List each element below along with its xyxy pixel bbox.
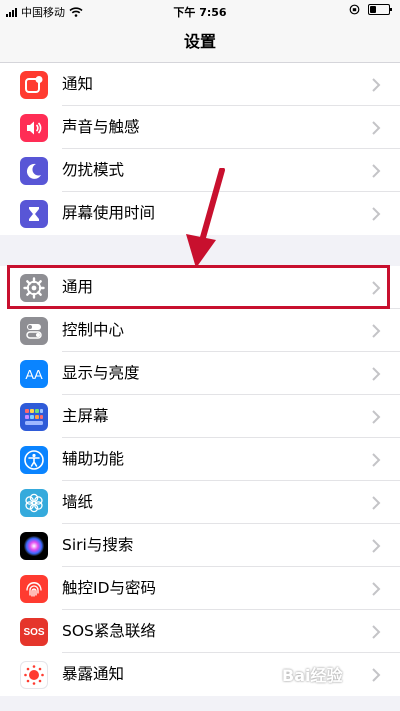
settings-row-notifications[interactable]: 通知 [0, 63, 400, 106]
settings-row-control-center[interactable]: 控制中心 [0, 309, 400, 352]
chevron-right-icon [372, 539, 381, 553]
watermark: Bai经验 [282, 662, 394, 702]
flower-icon [20, 489, 48, 517]
row-label: 墙纸 [62, 493, 94, 511]
row-label: 辅助功能 [62, 450, 125, 468]
accessibility-icon [20, 446, 48, 474]
settings-row-emergency-sos[interactable]: SOS SOS紧急联络 [0, 610, 400, 653]
battery-icon [368, 4, 392, 15]
exposure-icon [20, 661, 48, 689]
chevron-right-icon [372, 367, 381, 381]
siri-icon [20, 532, 48, 560]
row-label: 通知 [62, 75, 94, 93]
chevron-right-icon [372, 496, 381, 510]
row-label: 暴露通知 [62, 665, 125, 683]
red-arrow-icon [186, 168, 225, 268]
row-label: SOS紧急联络 [62, 622, 156, 640]
status-bar: 中国移动 下午 7:56 [0, 0, 400, 22]
status-time: 下午 7:56 [173, 6, 227, 19]
chevron-right-icon [372, 164, 381, 178]
settings-group-2: 通用 控制中心 AA 显示与亮度 主屏幕 辅助功能 墙纸 Siri与搜索 触控I… [0, 266, 400, 696]
page-title: 设置 [183, 32, 216, 51]
watermark-text: Bai经验 [282, 666, 343, 685]
chevron-right-icon [372, 324, 381, 338]
settings-row-accessibility[interactable]: 辅助功能 [0, 438, 400, 481]
chevron-right-icon [372, 207, 381, 221]
row-label: 勿扰模式 [62, 161, 125, 179]
row-label: 屏幕使用时间 [62, 204, 156, 222]
row-label: 显示与亮度 [62, 364, 140, 382]
chevron-right-icon [372, 582, 381, 596]
moon-icon [20, 157, 48, 185]
speaker-icon [20, 114, 48, 142]
settings-row-siri-search[interactable]: Siri与搜索 [0, 524, 400, 567]
chevron-right-icon [372, 78, 381, 92]
settings-row-wallpaper[interactable]: 墙纸 [0, 481, 400, 524]
orientation-lock-icon [349, 4, 360, 15]
chevron-right-icon [372, 625, 381, 639]
settings-row-sounds[interactable]: 声音与触感 [0, 106, 400, 149]
notifications-icon [20, 71, 48, 99]
settings-row-touch-id[interactable]: 触控ID与密码 [0, 567, 400, 610]
row-label: 声音与触感 [62, 118, 140, 136]
toggle-icon [20, 317, 48, 345]
home-screen-icon [20, 403, 48, 431]
sos-icon: SOS [20, 618, 48, 646]
row-label: 触控ID与密码 [62, 579, 157, 597]
chevron-right-icon [372, 410, 381, 424]
fingerprint-icon [20, 575, 48, 603]
nav-bar: 设置 [0, 22, 400, 63]
status-right [349, 4, 392, 15]
chevron-right-icon [372, 121, 381, 135]
settings-row-home-screen[interactable]: 主屏幕 [0, 395, 400, 438]
row-label: 控制中心 [62, 321, 125, 339]
row-label: Siri与搜索 [62, 536, 134, 554]
settings-row-display-brightness[interactable]: AA 显示与亮度 [0, 352, 400, 395]
row-label: 主屏幕 [62, 407, 109, 425]
chevron-right-icon [372, 453, 381, 467]
text-size-icon: AA [20, 360, 48, 388]
hourglass-icon [20, 200, 48, 228]
